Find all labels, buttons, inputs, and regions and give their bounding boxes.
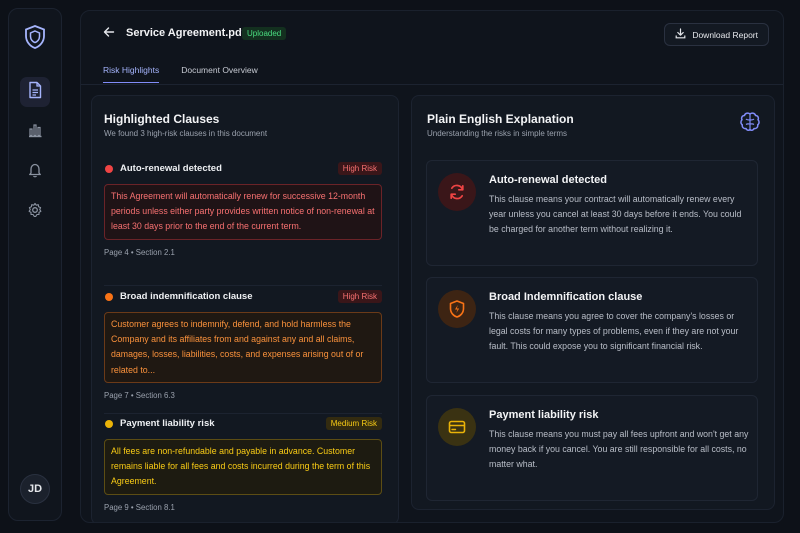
clause-quote: This Agreement will automatically renew … <box>104 184 382 240</box>
explanation-panel-title: Plain English Explanation <box>427 112 574 126</box>
risk-badge: Medium Risk <box>325 417 382 430</box>
card-text: This clause means you must pay all fees … <box>489 429 749 470</box>
credit-card-icon <box>438 408 476 446</box>
clause-item[interactable]: Auto-renewal detected High Risk This Agr… <box>104 162 382 257</box>
card-title: Broad Indemnification clause <box>489 291 643 303</box>
explanation-card: Payment liability risk This clause means… <box>426 395 758 501</box>
clause-name: Auto-renewal detected <box>120 163 222 174</box>
card-title: Payment liability risk <box>489 409 599 421</box>
page-title: Service Agreement.pdf <box>126 27 246 39</box>
header: Service Agreement.pdf Uploaded Download … <box>81 11 783 57</box>
risk-badge: High Risk <box>337 162 382 175</box>
shield-icon <box>21 23 49 51</box>
bell-icon <box>27 162 43 183</box>
card-title: Auto-renewal detected <box>489 174 607 186</box>
sidebar-item-settings[interactable] <box>20 197 50 227</box>
tab-document-overview[interactable]: Document Overview <box>181 65 258 83</box>
risk-badge: High Risk <box>337 290 382 303</box>
sidebar-item-analytics[interactable] <box>20 117 50 147</box>
sidebar-nav <box>20 77 50 227</box>
clause-item[interactable]: Broad indemnification clause High Risk C… <box>104 290 382 400</box>
clause-name: Broad indemnification clause <box>120 291 253 302</box>
card-text: This clause means you agree to cover the… <box>489 311 739 352</box>
status-badge: Uploaded <box>242 27 287 40</box>
download-icon <box>675 28 686 41</box>
sidebar: JD <box>8 8 62 521</box>
clause-divider <box>104 285 382 286</box>
clause-quote: Customer agrees to indemnify, defend, an… <box>104 312 382 383</box>
brain-icon <box>738 110 762 134</box>
sidebar-item-documents[interactable] <box>20 77 50 107</box>
document-icon <box>27 81 43 104</box>
clause-quote: All fees are non-refundable and payable … <box>104 439 382 495</box>
clause-location: Page 4 • Section 2.1 <box>104 247 175 257</box>
explanation-panel-subtitle: Understanding the risks in simple terms <box>427 129 568 138</box>
clause-item[interactable]: Payment liability risk Medium Risk All f… <box>104 417 382 512</box>
risk-dot <box>105 165 113 173</box>
clauses-panel-subtitle: We found 3 high-risk clauses in this doc… <box>104 129 268 138</box>
clause-section: Section 8.1 <box>135 502 175 512</box>
sidebar-item-notifications[interactable] <box>20 157 50 187</box>
explanation-card: Auto-renewal detected This clause means … <box>426 160 758 266</box>
main-content: Service Agreement.pdf Uploaded Download … <box>80 10 784 523</box>
clause-location: Page 7 • Section 6.3 <box>104 390 175 400</box>
avatar[interactable]: JD <box>20 474 50 504</box>
back-button[interactable] <box>99 24 119 44</box>
risk-dot <box>105 293 113 301</box>
arrow-left-icon <box>103 25 115 43</box>
tab-risk-highlights[interactable]: Risk Highlights <box>103 65 160 83</box>
shield-bolt-icon <box>438 290 476 328</box>
clause-name: Payment liability risk <box>120 418 215 429</box>
clauses-panel-title: Highlighted Clauses <box>104 112 220 126</box>
clause-page: Page 4 <box>104 247 129 257</box>
tab-divider <box>81 84 783 85</box>
clause-section: Section 6.3 <box>135 390 175 400</box>
tab-bar: Risk Highlights Document Overview <box>103 65 258 83</box>
clause-divider <box>104 413 382 414</box>
card-text: This clause means your contract will aut… <box>489 194 742 235</box>
highlighted-clauses-panel: Highlighted Clauses We found 3 high-risk… <box>91 95 399 522</box>
refresh-icon <box>438 173 476 211</box>
explanation-panel: Plain English Explanation Understanding … <box>411 95 775 510</box>
app-frame: JD Service Agreement.pdf Uploaded Downlo… <box>0 0 800 533</box>
download-report-button[interactable]: Download Report <box>664 23 769 46</box>
explanation-card: Broad Indemnification clause This clause… <box>426 277 758 383</box>
clause-page: Page 9 <box>104 502 129 512</box>
clause-location: Page 9 • Section 8.1 <box>104 502 175 512</box>
gear-icon <box>27 202 43 223</box>
risk-dot <box>105 420 113 428</box>
download-report-label: Download Report <box>692 29 758 40</box>
clause-section: Section 2.1 <box>135 247 175 257</box>
bar-chart-icon <box>27 122 43 143</box>
clause-page: Page 7 <box>104 390 129 400</box>
